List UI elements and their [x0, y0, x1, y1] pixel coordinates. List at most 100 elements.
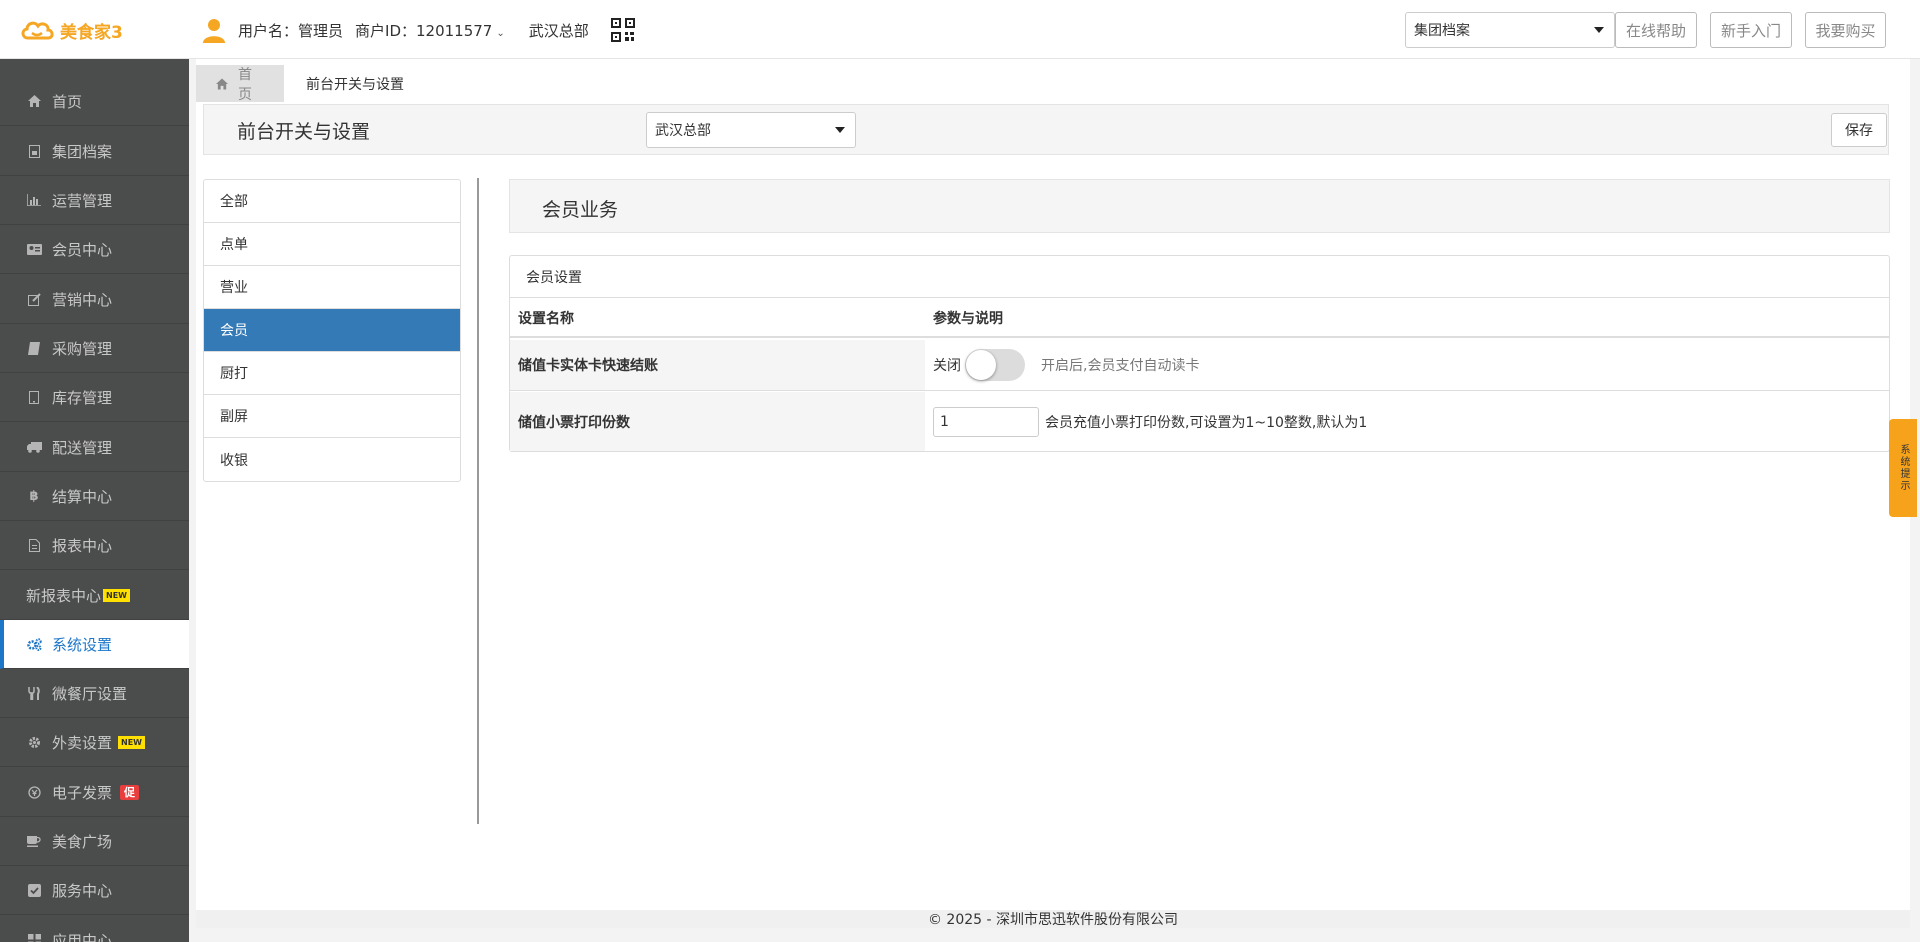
sidebar-item-label: 采购管理	[52, 339, 113, 358]
setting-name: 储值小票打印份数	[510, 392, 925, 451]
module-select-value: 集团档案	[1414, 23, 1470, 39]
category-business[interactable]: 营业	[204, 266, 460, 309]
section-title: 会员业务	[542, 199, 619, 221]
truck-icon	[26, 439, 42, 455]
sidebar-item-label: 报表中心	[52, 536, 113, 555]
app-icon	[26, 932, 42, 942]
tab-frontend-settings[interactable]: 前台开关与设置	[284, 65, 427, 102]
user-info: 用户名：管理员 商户ID：12011577 ⌄ 武汉总部	[200, 15, 635, 45]
merchant-id-dropdown[interactable]: 商户ID：12011577 ⌄	[355, 20, 505, 41]
sidebar-item-app-center[interactable]: 应用中心	[0, 916, 189, 942]
setting-name: 储值卡实体卡快速结账	[510, 340, 925, 390]
footer-copyright: © 2025 - 深圳市思迅软件股份有限公司	[196, 910, 1910, 928]
system-tip-tab[interactable]: 系统提示	[1889, 419, 1917, 517]
merchant-id: 商户ID：12011577	[355, 21, 493, 40]
sidebar: 首页 集团档案 运营管理 会员中心 营销中心 采购管理 库存管理 配送管理 ฿ …	[0, 59, 189, 942]
store-name: 武汉总部	[528, 21, 589, 40]
sidebar-item-system-settings[interactable]: 系统设置	[0, 620, 189, 669]
edit-icon	[26, 291, 42, 307]
top-header: 美食家3 用户名：管理员 商户ID：12011577 ⌄ 武汉总部 集团档案 在线…	[0, 0, 1920, 59]
receipt-copies-input[interactable]	[933, 406, 1039, 437]
page-tabs: 首页 前台开关与设置	[196, 65, 427, 103]
setting-params: 关闭 开启后,会员支付自动读卡	[925, 340, 1889, 390]
caret-down-icon	[1594, 27, 1604, 33]
tab-home[interactable]: 首页	[196, 65, 284, 103]
sidebar-item-operations[interactable]: 运营管理	[0, 176, 189, 225]
sidebar-item-label: 新报表中心	[26, 586, 102, 605]
column-header-name: 设置名称	[518, 310, 574, 327]
column-header-params: 参数与说明	[933, 310, 1003, 327]
divider	[477, 178, 479, 824]
sidebar-item-marketing[interactable]: 营销中心	[0, 275, 189, 324]
logo[interactable]: 美食家3	[18, 16, 123, 44]
online-help-button[interactable]: 在线帮助	[1615, 12, 1697, 48]
sidebar-item-label: 美食广场	[52, 832, 113, 851]
module-select[interactable]: 集团档案	[1405, 12, 1615, 48]
table-header: 设置名称 参数与说明	[510, 299, 1889, 338]
sidebar-item-label: 首页	[52, 92, 83, 111]
category-kitchen-print[interactable]: 厨打	[204, 352, 460, 395]
table-row: 储值卡实体卡快速结账 关闭 开启后,会员支付自动读卡	[510, 340, 1889, 391]
toggle-label: 关闭	[933, 358, 961, 374]
home-icon	[216, 77, 229, 90]
qr-code-icon[interactable]	[610, 18, 635, 42]
member-card-icon	[26, 241, 42, 257]
promo-badge: 促	[120, 784, 140, 800]
category-order[interactable]: 点单	[204, 223, 460, 266]
setting-params: 会员充值小票打印份数,可设置为1~10整数,默认为1	[925, 392, 1889, 451]
category-secondary-screen[interactable]: 副屏	[204, 395, 460, 438]
category-all[interactable]: 全部	[204, 180, 460, 223]
report-icon	[26, 537, 42, 553]
cloud-logo-icon	[21, 21, 54, 40]
username: 用户名：管理员	[238, 21, 344, 40]
book-icon	[26, 340, 42, 356]
caret-down-icon	[835, 127, 845, 133]
save-button[interactable]: 保存	[1831, 113, 1887, 147]
sidebar-item-group-archive[interactable]: 集团档案	[0, 127, 189, 176]
sidebar-item-label: 营销中心	[52, 290, 113, 309]
beginner-guide-button[interactable]: 新手入门	[1710, 12, 1792, 48]
table-row: 储值小票打印份数 会员充值小票打印份数,可设置为1~10整数,默认为1	[510, 392, 1889, 451]
sidebar-item-inventory[interactable]: 库存管理	[0, 373, 189, 422]
category-member[interactable]: 会员	[204, 309, 460, 352]
archive-icon	[26, 143, 42, 159]
sidebar-item-home[interactable]: 首页	[0, 77, 189, 126]
invoice-icon	[26, 784, 42, 800]
sidebar-item-service-center[interactable]: 服务中心	[0, 866, 189, 915]
sidebar-item-label: 外卖设置	[52, 733, 113, 752]
sidebar-item-new-reports[interactable]: 新报表中心 NEW	[0, 571, 189, 620]
sidebar-item-label: 配送管理	[52, 438, 113, 457]
buy-button[interactable]: 我要购买	[1805, 12, 1886, 48]
coffee-icon	[26, 833, 42, 849]
sidebar-item-food-court[interactable]: 美食广场	[0, 817, 189, 866]
home-icon	[26, 93, 42, 109]
category-cashier[interactable]: 收银	[204, 438, 460, 481]
sidebar-item-e-invoice[interactable]: 电子发票 促	[0, 768, 189, 817]
sidebar-item-delivery[interactable]: 配送管理	[0, 423, 189, 472]
sidebar-item-label: 集团档案	[52, 142, 113, 161]
sidebar-item-label: 库存管理	[52, 388, 113, 407]
new-badge: NEW	[118, 735, 145, 749]
quick-checkout-toggle[interactable]	[965, 349, 1025, 381]
page-title: 前台开关与设置	[237, 121, 371, 143]
sidebar-item-label: 系统设置	[52, 635, 113, 654]
sidebar-item-reports[interactable]: 报表中心	[0, 521, 189, 570]
gears-icon	[26, 636, 42, 652]
toggle-knob	[966, 350, 996, 380]
store-select[interactable]: 武汉总部	[646, 112, 856, 148]
new-badge: NEW	[103, 588, 130, 602]
sidebar-item-label: 应用中心	[52, 931, 113, 942]
sidebar-item-purchasing[interactable]: 采购管理	[0, 324, 189, 373]
sidebar-item-takeout-settings[interactable]: 外卖设置 NEW	[0, 718, 189, 767]
sidebar-item-member-center[interactable]: 会员中心	[0, 225, 189, 274]
sidebar-item-settlement[interactable]: ฿ 结算中心	[0, 472, 189, 521]
sidebar-item-label: 运营管理	[52, 191, 113, 210]
sidebar-item-mini-restaurant[interactable]: 微餐厅设置	[0, 669, 189, 718]
logo-text: 美食家3	[60, 22, 123, 43]
member-settings-panel: 会员设置 设置名称 参数与说明 储值卡实体卡快速结账 关闭 开启后,会员支付自动…	[509, 255, 1890, 452]
category-list: 全部 点单 营业 会员 厨打 副屏 收银	[203, 179, 461, 482]
bitcoin-icon: ฿	[29, 488, 39, 504]
sidebar-item-label: 结算中心	[52, 487, 113, 506]
user-avatar-icon	[203, 19, 225, 43]
bar-chart-icon	[26, 192, 42, 208]
